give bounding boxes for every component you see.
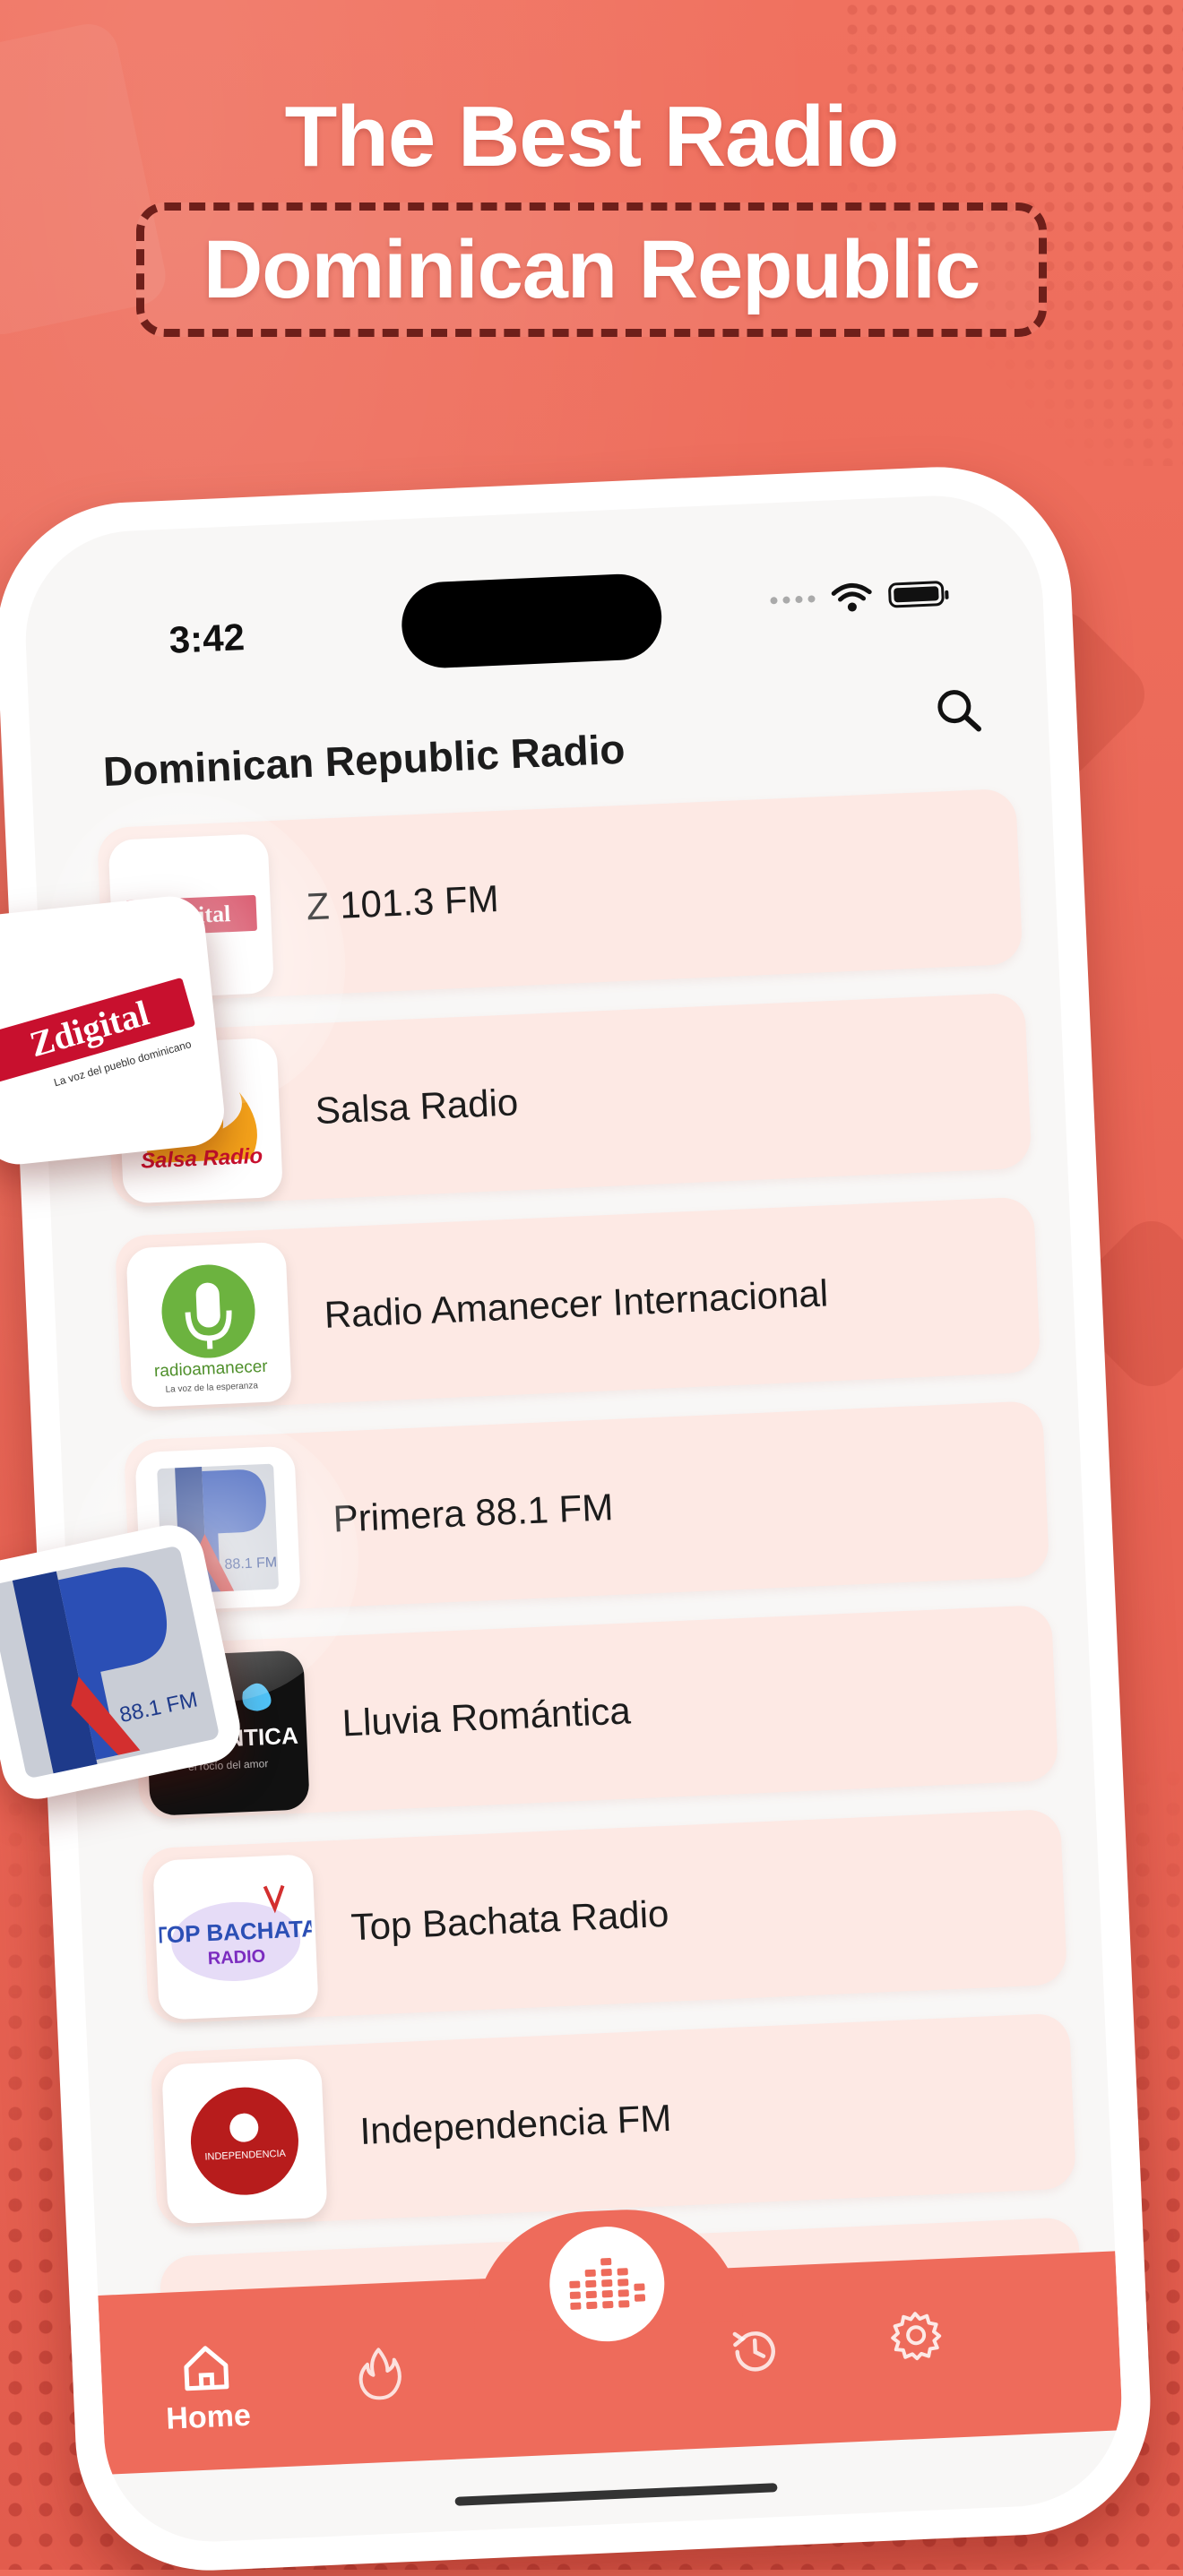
- nav-settings[interactable]: [888, 2307, 945, 2364]
- home-icon: [184, 2346, 229, 2391]
- search-icon[interactable]: [930, 682, 987, 738]
- cellular-signal-icon: [770, 595, 816, 605]
- history-icon: [732, 2331, 775, 2372]
- home-indicator: [454, 2483, 778, 2506]
- station-logo-text: radioamanecer: [154, 1357, 269, 1382]
- promo-subheadline-box: Dominican Republic: [136, 202, 1047, 337]
- nav-trending[interactable]: [356, 2345, 403, 2400]
- floating-logo-zdigital: Zdigital La voz del pueblo dominicano: [0, 892, 228, 1168]
- station-logo: INDEPENDENCIA: [161, 2057, 328, 2225]
- promo-headline: The Best Radio: [284, 89, 900, 185]
- station-logo: radioamanecer La voz de la esperanza: [125, 1241, 292, 1409]
- station-row[interactable]: TOP BACHATA RADIO Top Bachata Radio: [141, 1808, 1068, 2025]
- station-name: Independencia FM: [358, 2096, 673, 2153]
- nav-home-label: Home: [165, 2398, 252, 2436]
- nav-home[interactable]: Home: [163, 2341, 252, 2437]
- promo-subheadline: Dominican Republic: [203, 223, 980, 315]
- status-icons: [770, 578, 945, 616]
- equalizer-icon: [569, 2258, 646, 2310]
- wifi-icon: [831, 582, 872, 612]
- station-logo-subtext: RADIO: [207, 1946, 265, 1969]
- app-title: Dominican Republic Radio: [101, 725, 626, 796]
- nav-history[interactable]: [727, 2323, 783, 2380]
- battery-icon: [887, 581, 945, 608]
- status-time: 3:42: [168, 616, 246, 661]
- station-logo-subtext: La voz de la esperanza: [165, 1381, 258, 1395]
- station-logo: TOP BACHATA RADIO: [152, 1854, 319, 2020]
- station-name: Top Bachata Radio: [350, 1891, 670, 1949]
- fire-icon: [358, 2348, 402, 2400]
- station-row[interactable]: INDEPENDENCIA Independencia FM: [150, 2012, 1077, 2228]
- station-name: Salsa Radio: [314, 1081, 520, 1133]
- station-name: Radio Amanecer Internacional: [323, 1271, 829, 1336]
- station-name: Primera 88.1 FM: [332, 1486, 615, 1540]
- station-name: Lluvia Romántica: [341, 1689, 632, 1745]
- gear-icon: [891, 2312, 942, 2361]
- dynamic-island: [400, 572, 664, 670]
- station-row[interactable]: radioamanecer La voz de la esperanza Rad…: [114, 1196, 1041, 1412]
